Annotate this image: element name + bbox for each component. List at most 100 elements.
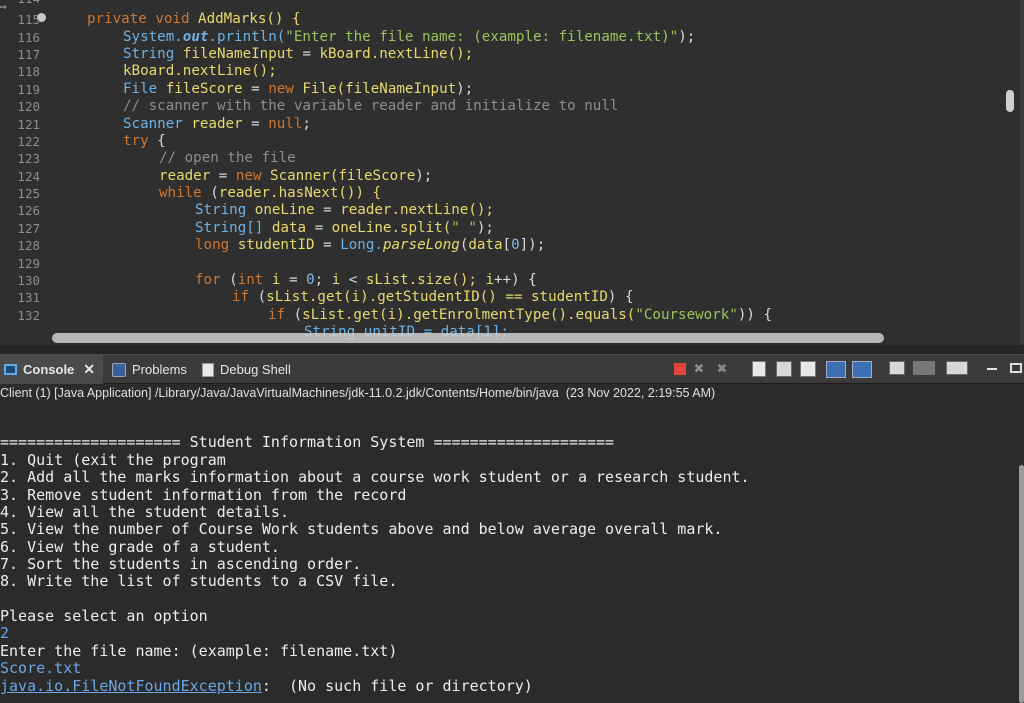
code-token: while [159, 185, 211, 201]
line-number: 125 [17, 186, 40, 201]
line-number: 127 [17, 221, 40, 236]
code-line[interactable]: String[] data = oneLine.split(" "); [195, 220, 494, 237]
code-line[interactable]: String oneLine = reader.nextLine(); [195, 202, 494, 219]
exception-link[interactable]: java.io.FileNotFoundException [0, 677, 262, 695]
close-icon[interactable]: ✕ [83, 361, 95, 378]
minimize-icon[interactable] [987, 368, 997, 370]
code-token: " " [451, 220, 477, 236]
exception-message: (No such file or directory) [270, 677, 533, 695]
code-token: Scanner [123, 116, 192, 132]
code-token: "Coursework" [635, 307, 738, 323]
code-line[interactable]: if (sList.get(i).getEnrolmentType().equa… [268, 307, 772, 324]
code-comment[interactable]: // scanner with the variable reader and … [123, 98, 618, 115]
code-token: i [351, 289, 361, 305]
code-token: ); [476, 220, 494, 236]
code-token: .hasNext()) { [270, 185, 382, 201]
code-token: = [210, 168, 236, 184]
console-dropdown-icon[interactable] [913, 361, 935, 375]
code-line[interactable]: Scanner reader = null; [123, 116, 311, 133]
open-console-icon[interactable] [852, 361, 872, 378]
pin-icon[interactable] [800, 361, 816, 377]
code-token: .size(); [408, 272, 486, 288]
code-token: sList [302, 307, 345, 323]
code-token: Scanner( [270, 168, 339, 184]
tab-debug-shell[interactable]: Debug Shell [198, 355, 291, 384]
code-token: String [123, 46, 183, 62]
tab-console[interactable]: Console ✕ [0, 355, 103, 384]
code-line[interactable]: while (reader.hasNext()) { [159, 185, 381, 202]
code-token: .println( [208, 29, 286, 45]
console-line: 7. Sort the students in ascending order. [0, 555, 362, 573]
console-vertical-scrollbar[interactable] [1019, 465, 1024, 703]
code-token: ; [302, 116, 311, 132]
line-number: 116 [17, 30, 40, 45]
console-line: 6. View the grade of a student. [0, 538, 280, 556]
code-token: i [331, 272, 341, 288]
editor-horizontal-scrollbar[interactable] [52, 333, 884, 343]
code-token: null [268, 116, 303, 132]
code-line[interactable]: for (int i = 0; i < sList.size(); i++) { [195, 272, 537, 289]
scroll-lock-icon[interactable] [752, 361, 766, 377]
code-editor[interactable]: ⇨ 114 115 116 117 118 119 120 121 122 12… [0, 0, 1024, 345]
code-token: .split( [391, 220, 452, 236]
code-token: File [123, 81, 166, 97]
code-token: ( [293, 307, 303, 323]
code-token: ).getStudentID() == [360, 289, 531, 305]
editor-vertical-scrollbar[interactable] [1006, 90, 1014, 112]
line-number: 119 [17, 82, 40, 97]
console-view-toolbar: Console ✕ Problems Debug Shell ✖ ✖ [0, 354, 1024, 384]
code-token: ) { [607, 289, 634, 305]
maximize-icon[interactable] [1010, 363, 1022, 373]
new-console-icon[interactable] [889, 361, 905, 375]
code-comment[interactable]: // open the file [159, 150, 296, 167]
line-number: 130 [17, 273, 40, 288]
console-line: Enter the file name: (example: filename.… [0, 642, 398, 660]
code-line[interactable]: long studentID = Long.parseLong(data[0])… [195, 237, 545, 254]
code-token: = [314, 202, 341, 218]
code-token: fileNameInput [182, 46, 294, 62]
code-token: { [157, 133, 166, 149]
code-token: = [293, 46, 320, 62]
code-token: = [280, 272, 307, 288]
code-token: new [268, 81, 303, 97]
console-line: 8. Write the list of students to a CSV f… [0, 572, 398, 590]
code-token: String[] [195, 220, 272, 236]
word-wrap-icon[interactable] [776, 361, 792, 377]
code-line[interactable]: try { [123, 133, 166, 150]
code-token: AddMarks() { [198, 11, 301, 27]
remove-all-icon[interactable]: ✖ [717, 361, 735, 378]
tab-problems[interactable]: Problems [108, 355, 187, 384]
code-token: .nextLine(); [391, 202, 494, 218]
console-icon [4, 364, 17, 375]
console-line: ==================== Student Information… [0, 433, 615, 451]
code-token: < [340, 272, 366, 288]
line-number: 117 [17, 47, 40, 62]
terminate-icon[interactable] [674, 363, 686, 375]
editor-vertical-scroll-track[interactable] [1020, 0, 1024, 345]
code-token: ); [456, 81, 474, 97]
code-line[interactable]: String fileNameInput = kBoard.nextLine()… [123, 46, 473, 63]
code-line[interactable]: reader = new Scanner(fileScore); [159, 168, 432, 185]
code-token: data [271, 220, 307, 236]
code-token: sList [365, 272, 409, 288]
code-token: int [237, 272, 272, 288]
code-token: for [195, 272, 230, 288]
display-console-icon[interactable] [826, 361, 846, 378]
remove-launch-icon[interactable]: ✖ [694, 361, 712, 378]
code-line[interactable]: kBoard.nextLine(); [123, 63, 277, 80]
code-line[interactable]: File fileScore = new File(fileNameInput)… [123, 81, 473, 98]
code-token: ]); [519, 237, 546, 253]
code-token: ( [210, 185, 219, 201]
open-console-dropdown-icon[interactable] [946, 361, 968, 375]
code-line[interactable]: if (sList.get(i).getStudentID() == stude… [232, 289, 634, 306]
code-token: .get( [344, 307, 388, 323]
console-output[interactable]: ==================== Student Information… [0, 402, 1024, 703]
code-token: parseLong [382, 237, 460, 253]
code-token: ( [229, 272, 238, 288]
code-token: = [242, 81, 269, 97]
code-token: )) { [737, 307, 772, 323]
pane-divider[interactable] [0, 345, 1024, 354]
tab-label: Debug Shell [220, 362, 291, 377]
code-line[interactable]: System.out.println("Enter the file name:… [123, 29, 695, 46]
code-line[interactable]: private void AddMarks() { [87, 11, 301, 28]
